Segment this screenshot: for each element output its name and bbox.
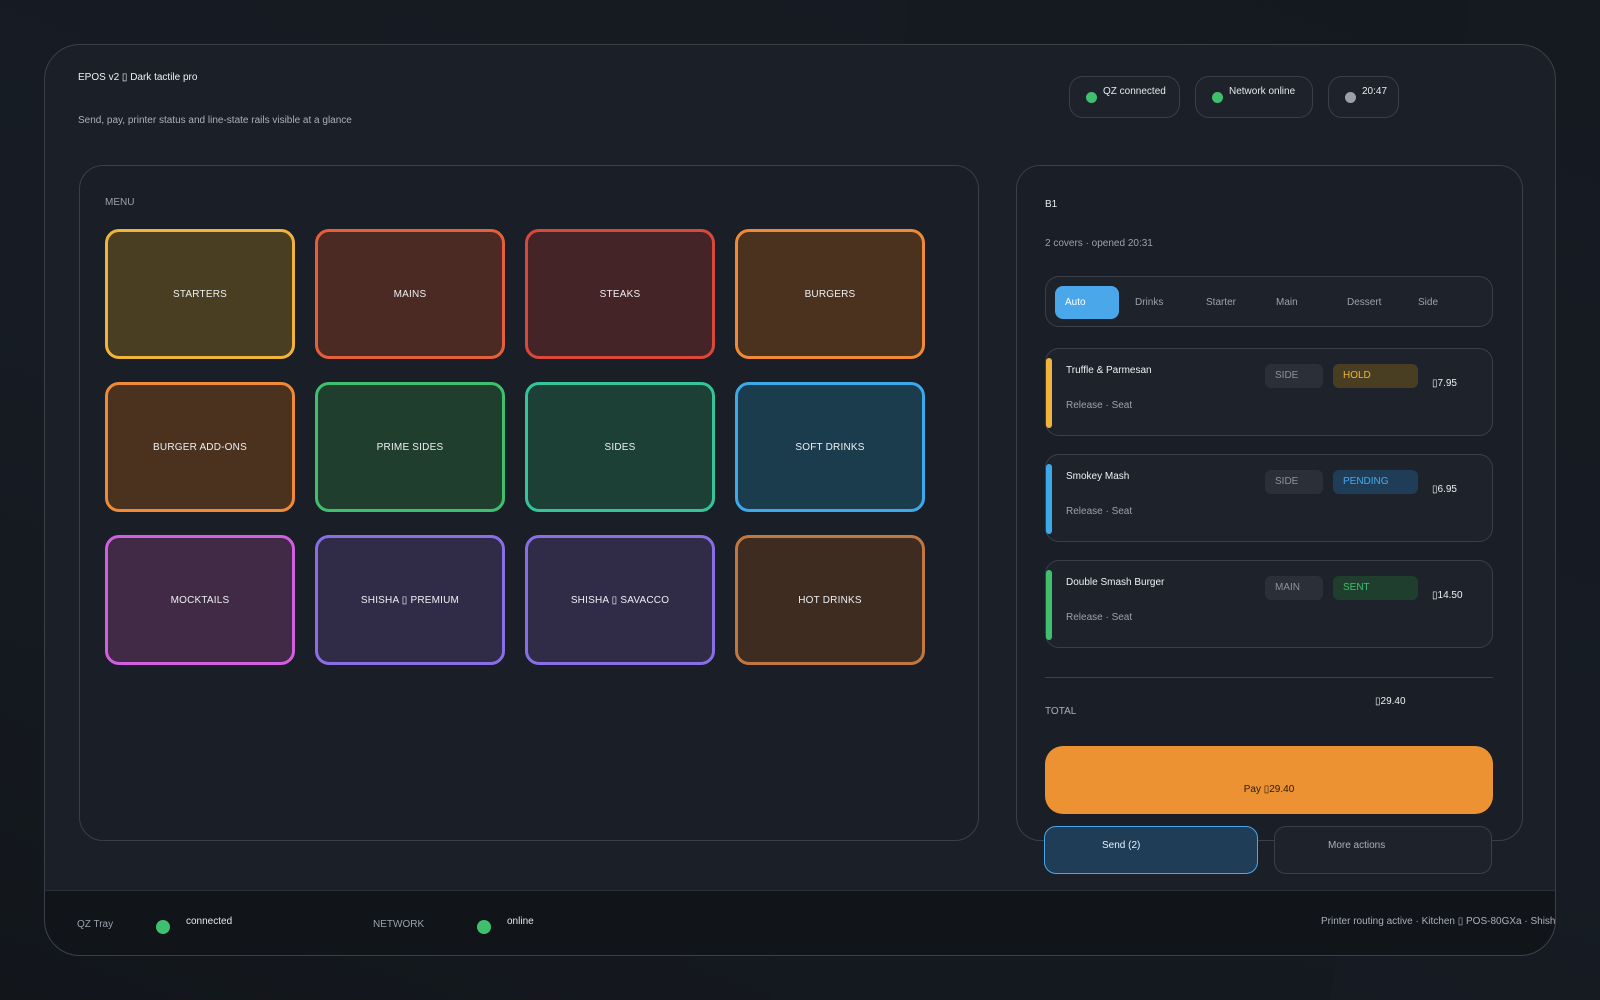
category-tile-sides[interactable]: SIDES [525,382,715,512]
table-name: B1 [1045,199,1058,210]
course-tab-label: Auto [1065,297,1086,308]
covers-info: 2 covers · opened 20:31 [1045,238,1153,249]
status-pill-qz: QZ connected [1069,76,1180,118]
category-tile-mocktails[interactable]: MOCKTAILS [105,535,295,665]
item-price: ▯14.50 [1432,590,1463,601]
category-label: PRIME SIDES [376,441,444,453]
item-actions[interactable]: Release · Seat [1066,400,1132,411]
menu-panel: MENU STARTERS MAINS STEAKS BURGERS BURGE… [79,165,979,841]
status-pill-label: QZ connected [1103,86,1166,97]
category-tile-burgers[interactable]: BURGERS [735,229,925,359]
clock-dot-icon [1345,92,1356,103]
item-state-badge: PENDING [1333,470,1418,494]
order-line-item[interactable]: Truffle & Parmesan Release · Seat SIDE H… [1045,348,1493,436]
item-name: Smokey Mash [1066,471,1130,482]
category-tile-shisha-premium[interactable]: SHISHA ▯ PREMIUM [315,535,505,665]
category-label: HOT DRINKS [798,594,862,606]
course-selector: Auto Drinks Starter Main Dessert Side [1045,276,1493,327]
category-label: STEAKS [599,288,641,300]
course-tab-label: Side [1418,297,1439,308]
status-pill-network: Network online [1195,76,1313,118]
menu-heading: MENU [105,197,135,208]
category-label: SHISHA ▯ PREMIUM [360,594,460,606]
course-tab-dessert[interactable]: Dessert [1337,286,1401,319]
network-status-dot-icon [477,920,491,934]
status-pill-clock: 20:47 [1328,76,1399,118]
category-tile-starters[interactable]: STARTERS [105,229,295,359]
category-label: SHISHA ▯ SAVACCO [570,594,670,606]
item-price: ▯7.95 [1432,378,1457,389]
app-title: EPOS v2 ▯ Dark tactile pro [78,72,198,83]
status-pill-label: Network online [1229,86,1296,97]
category-tile-prime-sides[interactable]: PRIME SIDES [315,382,505,512]
course-tab-starter[interactable]: Starter [1196,286,1260,319]
line-state-rail [1046,358,1052,428]
course-tab-label: Dessert [1347,297,1382,308]
category-tile-burger-add-ons[interactable]: BURGER ADD-ONS [105,382,295,512]
item-course-tag: SIDE [1265,364,1323,388]
send-button[interactable]: Send (2) [1044,826,1258,874]
category-label: STARTERS [172,288,228,300]
item-price: ▯6.95 [1432,484,1457,495]
network-label: NETWORK [373,919,425,930]
total-divider [1045,677,1493,678]
course-tab-label: Main [1276,297,1298,308]
order-line-item[interactable]: Double Smash Burger Release · Seat MAIN … [1045,560,1493,648]
course-tab-drinks[interactable]: Drinks [1125,286,1189,319]
status-footer: QZ Tray connected NETWORK online Printer… [44,890,1556,956]
course-tab-label: Drinks [1135,297,1164,308]
item-course-tag: MAIN [1265,576,1323,600]
epos-frame: EPOS v2 ▯ Dark tactile pro Send, pay, pr… [44,44,1556,956]
category-label: BURGERS [804,288,856,300]
pay-button[interactable]: Pay ▯29.40 [1045,746,1493,814]
category-label: BURGER ADD-ONS [153,441,247,453]
order-line-item[interactable]: Smokey Mash Release · Seat SIDE PENDING … [1045,454,1493,542]
clock-time: 20:47 [1362,86,1388,97]
category-tile-mains[interactable]: MAINS [315,229,505,359]
status-dot-icon [1212,92,1223,103]
status-dot-icon [1086,92,1097,103]
course-tab-auto[interactable]: Auto [1055,286,1119,319]
line-state-rail [1046,464,1052,534]
item-name: Double Smash Burger [1066,577,1165,588]
course-tab-label: Starter [1206,297,1237,308]
item-actions[interactable]: Release · Seat [1066,506,1132,517]
app-subtitle: Send, pay, printer status and line-state… [78,115,352,126]
course-tab-main[interactable]: Main [1266,286,1330,319]
line-state-rail [1046,570,1052,640]
order-panel: B1 2 covers · opened 20:31 Auto Drinks S… [1016,165,1523,841]
item-actions[interactable]: Release · Seat [1066,612,1132,623]
item-course-tag: SIDE [1265,470,1323,494]
printer-routing-status: Printer routing active · Kitchen ▯ POS-8… [1321,916,1556,927]
category-tile-hot-drinks[interactable]: HOT DRINKS [735,535,925,665]
total-label: TOTAL [1045,706,1077,717]
category-tile-steaks[interactable]: STEAKS [525,229,715,359]
category-label: SOFT DRINKS [795,441,865,453]
item-state-badge: SENT [1333,576,1418,600]
qz-tray-label: QZ Tray [77,919,114,930]
category-label: MOCKTAILS [170,594,230,606]
category-tile-soft-drinks[interactable]: SOFT DRINKS [735,382,925,512]
more-actions-button[interactable]: More actions [1274,826,1492,874]
qz-status-value: connected [186,916,233,927]
item-state-badge: HOLD [1333,364,1418,388]
qz-status-dot-icon [156,920,170,934]
category-label: MAINS [393,288,427,300]
course-tab-side[interactable]: Side [1408,286,1472,319]
total-value: ▯29.40 [1375,696,1406,707]
item-name: Truffle & Parmesan [1066,365,1152,376]
category-label: SIDES [604,441,636,453]
category-tile-shisha-savacco[interactable]: SHISHA ▯ SAVACCO [525,535,715,665]
network-status-value: online [507,916,534,927]
